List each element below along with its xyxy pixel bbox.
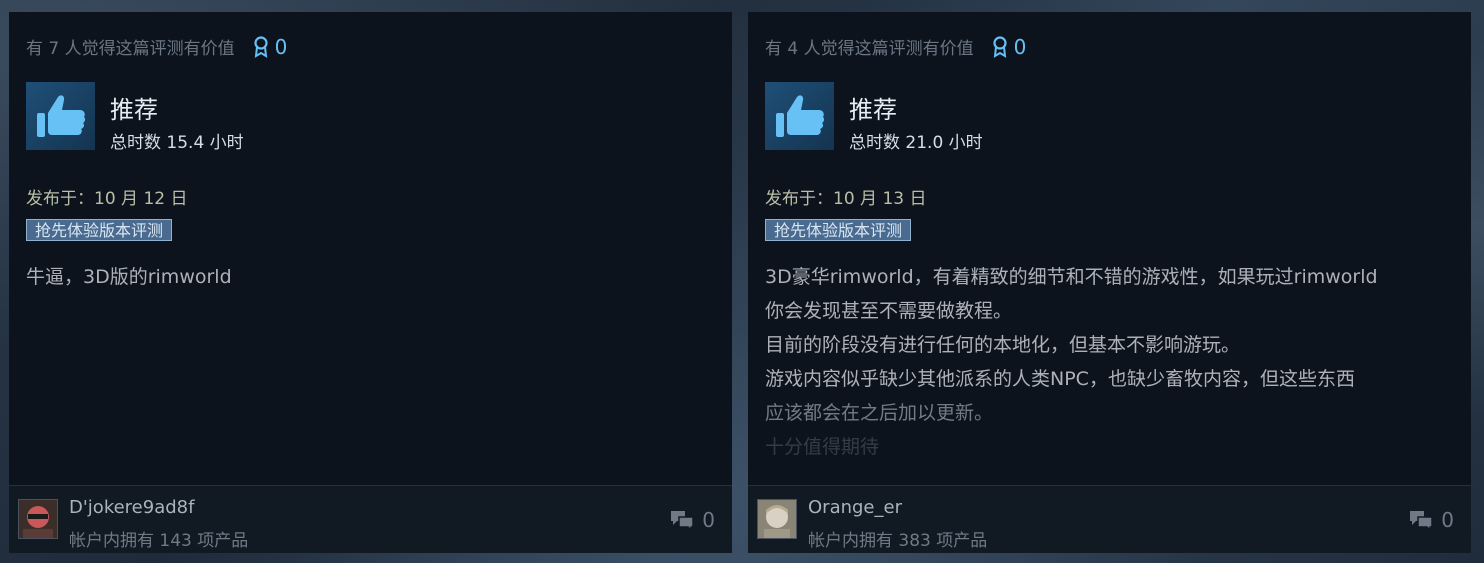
- helpful-count: 有 7 人觉得这篇评测有价值 0: [26, 34, 288, 60]
- review-line: 应该都会在之后加以更新。: [765, 402, 994, 424]
- review-body: 3D豪华rimworld，有着精致的细节和不错的游戏性，如果玩过rimworld…: [765, 260, 1455, 464]
- award-count: 0: [1013, 34, 1027, 59]
- review-line: 目前的阶段没有进行任何的本地化，但基本不影响游玩。: [765, 334, 1241, 356]
- comments-button[interactable]: 0: [669, 508, 715, 532]
- review-line: 游戏内容似乎缺少其他派系的人类NPC，也缺少畜牧内容，但这些东西: [765, 368, 1355, 390]
- award-button[interactable]: 0: [253, 34, 288, 59]
- helpful-count: 有 4 人觉得这篇评测有价值 0: [765, 34, 1027, 60]
- helpful-text: 有 4 人觉得这篇评测有价值: [765, 39, 974, 59]
- award-ribbon-icon: [993, 35, 1007, 58]
- thumbs-up-badge[interactable]: [26, 82, 95, 150]
- early-access-badge: 抢先体验版本评测: [765, 219, 912, 241]
- award-ribbon-icon: [254, 35, 268, 58]
- comments-button[interactable]: 0: [1408, 508, 1454, 532]
- comment-bubbles-icon: [671, 511, 695, 531]
- thumbs-up-icon: [36, 95, 85, 137]
- owned-products: 帐户内拥有 383 项产品: [808, 531, 988, 551]
- thumbs-up-icon: [775, 95, 824, 137]
- review-line: 3D豪华rimworld，有着精致的细节和不错的游戏性，如果玩过rimworld: [765, 266, 1378, 288]
- thumbs-up-badge[interactable]: [765, 82, 834, 150]
- award-count: 0: [274, 34, 288, 59]
- author-name[interactable]: D'jokere9ad8f: [69, 497, 194, 518]
- early-access-badge: 抢先体验版本评测: [26, 219, 173, 241]
- review-body: 牛逼，3D版的rimworld: [26, 260, 716, 294]
- review-card: 有 7 人觉得这篇评测有价值 0 推荐 总时数 15.4 小时 发布于：10 月…: [9, 12, 732, 553]
- review-card: 有 4 人觉得这篇评测有价值 0 推荐 总时数 21.0 小时 发布于：10 月…: [748, 12, 1471, 553]
- review-line: 十分值得期待: [765, 436, 880, 458]
- review-line: 你会发现甚至不需要做教程。: [765, 300, 1013, 322]
- comment-bubbles-icon: [1410, 511, 1434, 531]
- playtime: 总时数 21.0 小时: [849, 133, 983, 153]
- owned-products: 帐户内拥有 143 项产品: [69, 531, 249, 551]
- verdict-label: 推荐: [110, 96, 158, 124]
- posted-date: 发布于：10 月 12 日: [26, 189, 188, 209]
- avatar[interactable]: [757, 499, 797, 539]
- review-footer: Orange_er 帐户内拥有 383 项产品 0: [748, 485, 1471, 553]
- comment-count: 0: [702, 508, 715, 532]
- review-footer: D'jokere9ad8f 帐户内拥有 143 项产品 0: [9, 485, 732, 553]
- helpful-text: 有 7 人觉得这篇评测有价值: [26, 39, 235, 59]
- comment-count: 0: [1441, 508, 1454, 532]
- author-name[interactable]: Orange_er: [808, 497, 902, 518]
- award-button[interactable]: 0: [992, 34, 1027, 59]
- review-line: 牛逼，3D版的rimworld: [26, 266, 232, 288]
- avatar[interactable]: [18, 499, 58, 539]
- playtime: 总时数 15.4 小时: [110, 133, 244, 153]
- posted-date: 发布于：10 月 13 日: [765, 189, 927, 209]
- verdict-label: 推荐: [849, 96, 897, 124]
